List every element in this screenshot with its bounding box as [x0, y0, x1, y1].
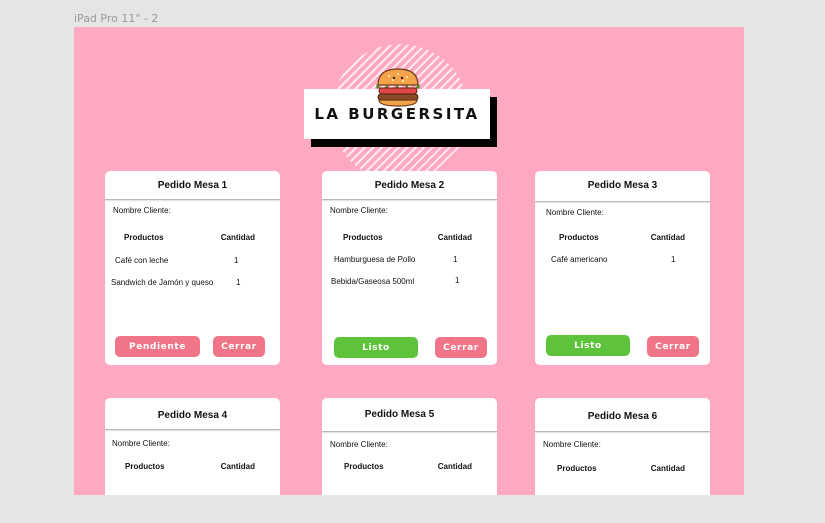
- card-title: Pedido Mesa 3: [587, 180, 658, 191]
- products-header: Productos: [557, 464, 597, 473]
- quantity-header: Cantidad: [650, 464, 685, 473]
- ready-button[interactable]: Listo: [334, 337, 418, 358]
- divider: [535, 201, 710, 202]
- burger-icon: [376, 68, 420, 107]
- order-card-mesa-3: Pedido Mesa 3 Nombre Cliente: Productos …: [535, 171, 710, 365]
- quantity-header: Cantidad: [220, 233, 255, 242]
- quantity-header: Cantidad: [437, 462, 472, 471]
- products-header: Productos: [343, 233, 383, 242]
- client-name-label: Nombre Cliente:: [330, 206, 388, 215]
- card-title: Pedido Mesa 6: [587, 411, 658, 422]
- list-item-product: Café con leche: [115, 256, 169, 265]
- close-button[interactable]: Cerrar: [647, 336, 699, 357]
- client-name-label: Nombre Cliente:: [543, 440, 601, 449]
- products-header: Productos: [124, 233, 164, 242]
- divider: [105, 199, 280, 200]
- frame-label: iPad Pro 11" - 2: [74, 12, 159, 25]
- close-button[interactable]: Cerrar: [213, 336, 265, 357]
- ipad-frame: LA BURGERSITA Pedido Mesa 1 Nombre Clien…: [74, 27, 744, 495]
- order-card-mesa-2: Pedido Mesa 2 Nombre Cliente: Productos …: [322, 171, 497, 365]
- close-button[interactable]: Cerrar: [435, 337, 487, 358]
- brand-name: LA BURGERSITA: [314, 105, 480, 123]
- card-title: Pedido Mesa 5: [364, 409, 435, 420]
- list-item-product: Hamburguesa de Pollo: [334, 255, 416, 264]
- client-name-label: Nombre Cliente:: [546, 208, 604, 217]
- divider: [535, 431, 710, 432]
- list-item-qty: 1: [234, 256, 239, 265]
- quantity-header: Cantidad: [437, 233, 472, 242]
- order-card-mesa-6: Pedido Mesa 6 Nombre Cliente: Productos …: [535, 398, 710, 495]
- divider: [105, 429, 280, 430]
- client-name-label: Nombre Cliente:: [113, 206, 171, 215]
- ready-button[interactable]: Listo: [546, 335, 630, 356]
- quantity-header: Cantidad: [220, 462, 255, 471]
- client-name-label: Nombre Cliente:: [112, 439, 170, 448]
- order-card-mesa-5: Pedido Mesa 5 Nombre Cliente: Productos …: [322, 398, 497, 495]
- card-title: Pedido Mesa 2: [374, 180, 445, 191]
- list-item-product: Sandwich de Jamón y queso: [111, 278, 214, 287]
- products-header: Productos: [344, 462, 384, 471]
- card-title: Pedido Mesa 1: [157, 180, 228, 191]
- divider: [322, 431, 497, 432]
- list-item-qty: 1: [453, 255, 458, 264]
- order-card-mesa-1: Pedido Mesa 1 Nombre Cliente: Productos …: [105, 171, 280, 365]
- client-name-label: Nombre Cliente:: [330, 440, 388, 449]
- products-header: Productos: [559, 233, 599, 242]
- products-header: Productos: [125, 462, 165, 471]
- list-item-product: Bebida/Gaseosa 500ml: [331, 277, 415, 286]
- quantity-header: Cantidad: [650, 233, 685, 242]
- pending-button[interactable]: Pendiente: [115, 336, 200, 357]
- list-item-product: Café americano: [551, 255, 608, 264]
- list-item-qty: 1: [671, 255, 676, 264]
- list-item-qty: 1: [455, 276, 460, 285]
- divider: [322, 199, 497, 200]
- list-item-qty: 1: [236, 278, 241, 287]
- order-card-mesa-4: Pedido Mesa 4 Nombre Cliente: Productos …: [105, 398, 280, 495]
- card-title: Pedido Mesa 4: [157, 410, 228, 421]
